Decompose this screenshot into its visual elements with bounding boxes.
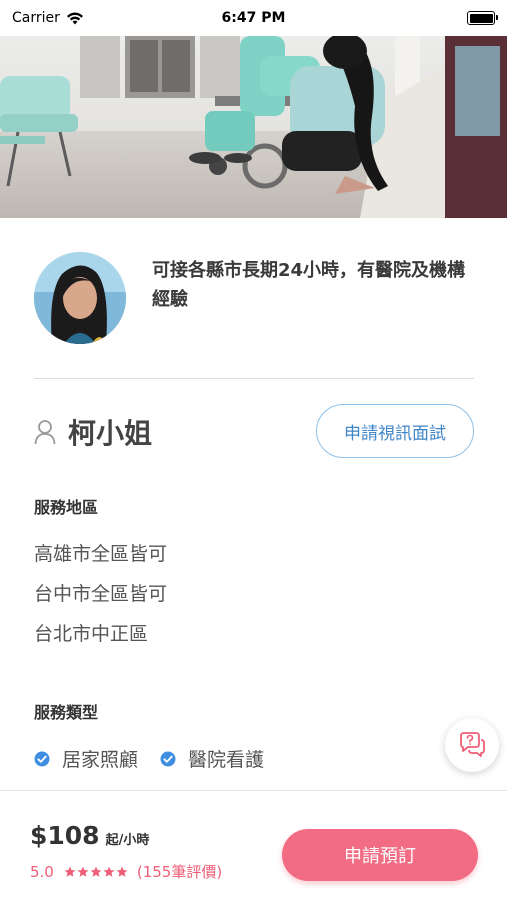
chat-question-icon — [460, 732, 485, 757]
caregiver-name: 柯小姐 — [68, 417, 153, 450]
rating-stars — [64, 866, 129, 878]
service-type-item: 居家照顧 — [34, 745, 138, 772]
hero-image — [0, 36, 507, 218]
wifi-icon — [66, 12, 83, 24]
chat-help-button[interactable] — [445, 718, 499, 772]
review-count: (155筆評價) — [136, 863, 223, 881]
battery-icon — [467, 11, 498, 25]
rating-value: 5.0 — [30, 862, 54, 881]
list-item: 高雄市全區皆可 — [34, 543, 168, 565]
star-icon — [90, 866, 102, 877]
service-type-item: 醫院看護 — [160, 745, 264, 772]
service-area-list: 高雄市全區皆可 台中市全區皆可 台北市中正區 — [34, 538, 167, 658]
divider — [34, 378, 474, 379]
star-icon — [77, 866, 89, 877]
service-area-title: 服務地區 — [34, 498, 99, 517]
star-icon — [116, 866, 128, 877]
video-interview-button[interactable]: 申請視訊面試 — [316, 404, 474, 458]
name-row: 柯小姐 申請視訊面試 — [34, 404, 474, 460]
person-icon — [34, 420, 56, 445]
check-circle-icon — [34, 751, 50, 766]
price-amount: $108 — [30, 821, 100, 850]
price: $108 起/小時 — [30, 821, 149, 850]
book-button[interactable]: 申請預訂 — [282, 829, 478, 881]
price-unit: 起/小時 — [105, 833, 150, 848]
intro-text: 可接各縣市長期24小時，有醫院及機構經驗 — [152, 260, 466, 310]
caregiver-intro: 可接各縣市長期24小時，有醫院及機構經驗 — [34, 252, 474, 344]
carrier-label: Carrier — [12, 10, 60, 26]
service-type-title: 服務類型 — [34, 703, 99, 722]
status-bar: Carrier 6:47 PM — [0, 0, 507, 36]
star-icon — [64, 866, 76, 877]
check-circle-icon — [160, 751, 176, 766]
rating: 5.0 (155筆評價) — [30, 861, 222, 882]
list-item: 台中市全區皆可 — [34, 583, 168, 605]
service-type-label: 居家照顧 — [62, 749, 139, 771]
service-type-label: 醫院看護 — [188, 749, 265, 771]
avatar[interactable] — [34, 252, 126, 344]
star-icon — [103, 866, 115, 877]
service-type-list: 居家照顧 醫院看護 — [34, 745, 286, 772]
booking-bar: $108 起/小時 5.0 (155筆評價) 申請預訂 — [0, 790, 507, 901]
list-item: 台北市中正區 — [34, 623, 149, 645]
